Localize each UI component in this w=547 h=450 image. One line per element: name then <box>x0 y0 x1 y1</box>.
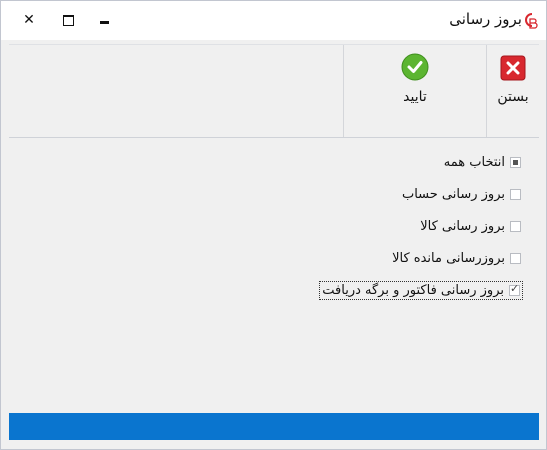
check-green-icon <box>401 53 429 81</box>
update-invoices-receipts-checkbox[interactable]: بروز رسانی فاکتور و برگه دریافت <box>319 281 523 300</box>
gb-logo-icon <box>525 13 538 29</box>
close-tool-label: بستن <box>497 89 529 105</box>
title-bar: ✕ بروز رسانی <box>1 1 546 40</box>
select-all-checkbox[interactable]: انتخاب همه <box>444 155 521 170</box>
checkbox-box[interactable] <box>510 157 521 168</box>
option-label: انتخاب همه <box>443 155 505 170</box>
checkbox-box[interactable] <box>510 253 521 264</box>
update-stock-balance-checkbox[interactable]: بروزرسانی مانده کالا <box>392 251 521 266</box>
maximize-icon <box>62 14 74 26</box>
window-title: بروز رسانی <box>449 10 522 28</box>
option-label: بروزرسانی مانده کالا <box>392 251 505 266</box>
option-label: بروز رسانی فاکتور و برگه دریافت <box>322 283 504 298</box>
update-accounts-checkbox[interactable]: بروز رسانی حساب <box>402 187 521 202</box>
confirm-tool-label: تایید <box>403 89 427 105</box>
option-label: بروز رسانی حساب <box>401 187 505 202</box>
toolbar-divider <box>343 45 344 137</box>
close-tool-button[interactable]: بستن <box>487 45 539 137</box>
confirm-tool-button[interactable]: تایید <box>344 45 486 137</box>
checkbox-box[interactable] <box>509 282 520 296</box>
minimize-icon <box>99 20 109 24</box>
checkbox-box[interactable] <box>510 189 521 200</box>
minimize-window-button[interactable] <box>93 9 115 31</box>
update-window: ✕ بروز رسانی بستن تایید انتخاب همه بروز … <box>0 0 547 450</box>
checkbox-box[interactable] <box>510 221 521 232</box>
option-label: بروز رسانی کالا <box>420 219 505 234</box>
update-goods-checkbox[interactable]: بروز رسانی کالا <box>420 219 521 234</box>
maximize-window-button[interactable] <box>57 9 79 31</box>
close-red-icon <box>500 55 526 81</box>
toolbar: بستن تایید <box>9 44 539 138</box>
options-panel: انتخاب همه بروز رسانی حساب بروز رسانی کا… <box>9 137 539 413</box>
toolbar-divider <box>486 45 487 137</box>
status-bar <box>9 413 539 440</box>
close-window-button[interactable]: ✕ <box>18 9 40 31</box>
